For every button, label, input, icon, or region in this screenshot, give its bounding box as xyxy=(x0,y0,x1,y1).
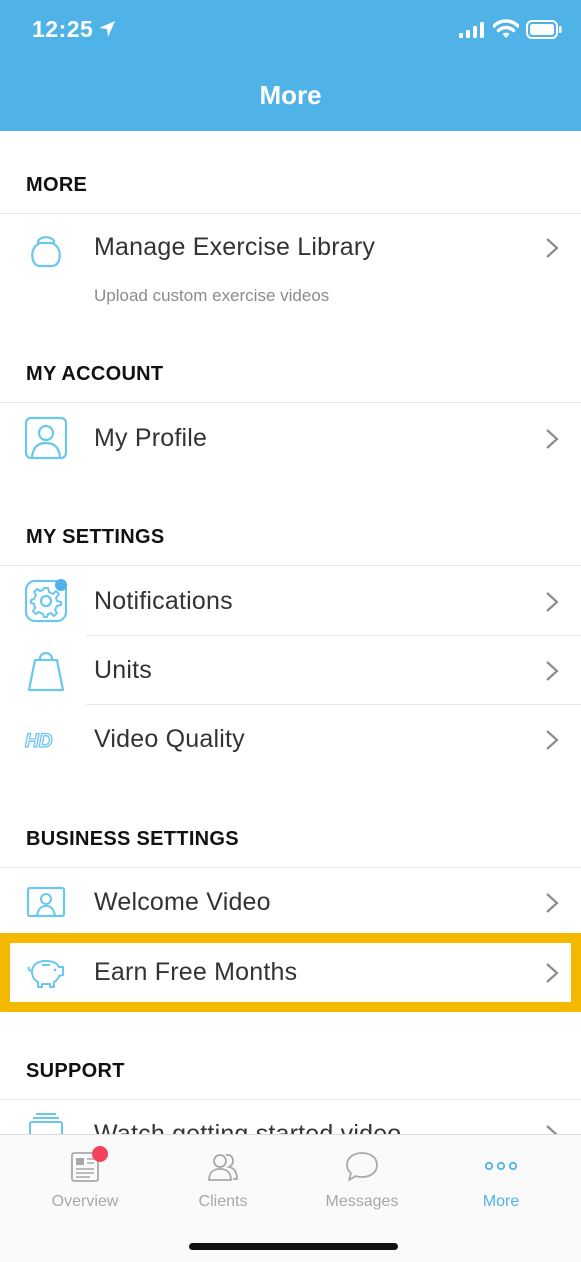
chevron-right-icon xyxy=(546,661,559,681)
menu-item-label: Notifications xyxy=(94,587,233,615)
section-header-more: MORE xyxy=(26,174,88,196)
more-dots-icon xyxy=(484,1161,518,1171)
menu-item-video-quality[interactable]: HD Video Quality xyxy=(0,705,581,773)
svg-text:HD: HD xyxy=(25,731,53,752)
menu-item-my-profile[interactable]: My Profile xyxy=(0,404,581,472)
menu-item-label: Earn Free Months xyxy=(94,958,298,986)
tab-label: Clients xyxy=(198,1193,248,1210)
tab-messages[interactable]: Messages xyxy=(304,1149,420,1211)
menu-item-units[interactable]: Units xyxy=(0,636,581,704)
chevron-right-icon xyxy=(546,1125,558,1134)
tab-clients[interactable]: Clients xyxy=(165,1149,281,1211)
menu-item-label: Manage Exercise Library xyxy=(94,233,376,261)
section-header-support: SUPPORT xyxy=(26,1060,125,1082)
tab-overview[interactable]: Overview xyxy=(27,1146,143,1211)
tab-label: Overview xyxy=(51,1193,119,1210)
cellular-signal-icon xyxy=(459,22,484,38)
chevron-right-icon xyxy=(546,730,559,750)
divider xyxy=(0,565,581,566)
video-list-icon xyxy=(29,1113,63,1134)
gear-icon xyxy=(24,579,68,623)
divider xyxy=(0,213,581,214)
navigation-header: 12:25 More xyxy=(0,0,581,131)
welcome-video-icon xyxy=(26,886,66,918)
weight-icon xyxy=(27,651,65,692)
chevron-right-icon xyxy=(546,893,559,913)
menu-item-watch-getting-started-video[interactable]: Watch getting started video xyxy=(0,1100,581,1134)
wifi-icon xyxy=(493,19,519,38)
divider xyxy=(0,402,581,403)
kettlebell-icon xyxy=(31,236,61,268)
chevron-right-icon xyxy=(546,238,559,258)
tab-more[interactable]: More xyxy=(443,1149,559,1211)
section-header-my-settings: MY SETTINGS xyxy=(26,526,165,548)
more-menu-list[interactable]: MORE Manage Exercise Library Upload cust… xyxy=(0,131,581,1134)
menu-item-manage-exercise-library[interactable]: Manage Exercise Library xyxy=(0,215,581,283)
menu-item-label: Watch getting started video xyxy=(94,1120,402,1134)
status-time: 12:25 xyxy=(32,16,94,42)
menu-item-earn-free-months[interactable]: Earn Free Months xyxy=(0,938,581,1006)
profile-icon xyxy=(24,416,68,460)
tab-label: More xyxy=(482,1193,520,1210)
menu-item-label: My Profile xyxy=(94,424,208,452)
chevron-right-icon xyxy=(546,963,559,983)
status-bar: 12:25 xyxy=(0,0,581,60)
menu-item-label: Units xyxy=(94,656,152,684)
battery-icon xyxy=(526,20,562,39)
page-title: More xyxy=(259,80,322,110)
chevron-right-icon xyxy=(546,592,559,612)
hd-icon: HD xyxy=(24,730,53,752)
menu-item-welcome-video[interactable]: Welcome Video xyxy=(0,868,581,936)
notification-badge xyxy=(92,1146,108,1162)
menu-item-sublabel: Upload custom exercise videos xyxy=(94,286,330,305)
section-header-my-account: MY ACCOUNT xyxy=(26,363,164,385)
menu-item-label: Video Quality xyxy=(94,725,245,753)
home-indicator[interactable] xyxy=(189,1243,398,1250)
tab-label: Messages xyxy=(325,1193,399,1210)
clients-icon xyxy=(208,1153,238,1181)
location-arrow-icon xyxy=(99,21,115,37)
section-header-business-settings: BUSINESS SETTINGS xyxy=(26,828,239,850)
piggy-bank-icon xyxy=(27,960,64,988)
chat-bubble-icon xyxy=(346,1152,378,1181)
menu-item-notifications[interactable]: Notifications xyxy=(0,567,581,635)
chevron-right-icon xyxy=(546,429,559,449)
menu-item-label: Welcome Video xyxy=(94,888,271,916)
